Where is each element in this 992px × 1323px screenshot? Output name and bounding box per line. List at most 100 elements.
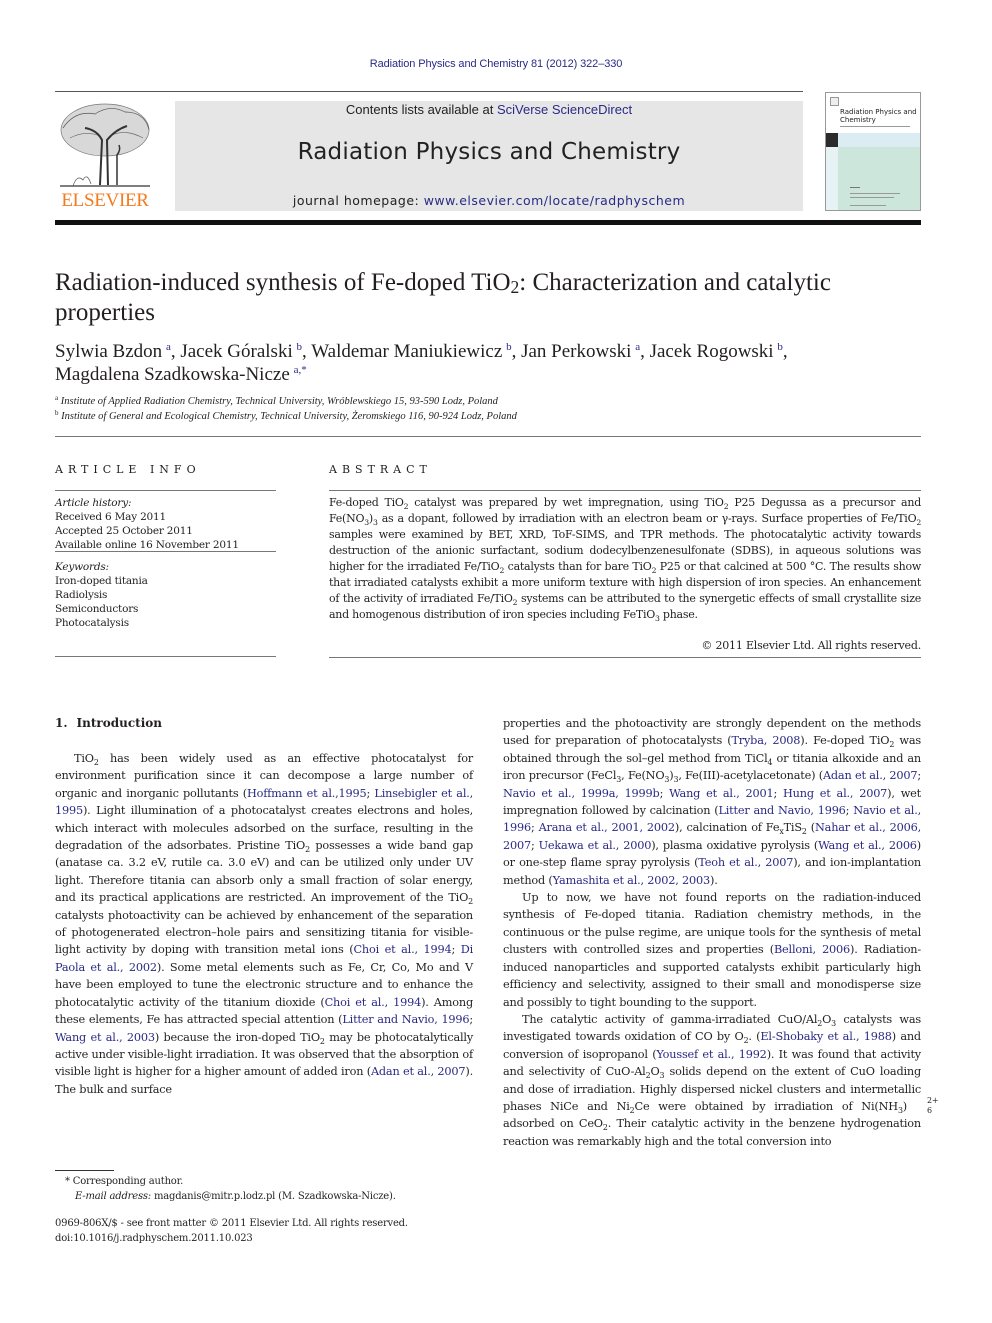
citation-link[interactable]: Wang et al., 2006 bbox=[818, 839, 917, 852]
author-affiliation-marker[interactable]: a bbox=[635, 341, 640, 353]
masthead-bottom-rule bbox=[55, 220, 921, 225]
keyword: Photocatalysis bbox=[55, 617, 129, 629]
keywords-label: Keywords: bbox=[55, 561, 109, 573]
cover-title-line2: Chemistry bbox=[840, 116, 876, 124]
subscript: 2 bbox=[629, 1105, 635, 1115]
homepage-line: journal homepage: www.elsevier.com/locat… bbox=[175, 193, 803, 208]
author-affiliation-marker[interactable]: b bbox=[297, 341, 303, 353]
email-label: E-mail address: bbox=[75, 1191, 151, 1202]
cover-publisher-icon bbox=[830, 97, 839, 106]
citation-link[interactable]: Litter and Navio, 1996 bbox=[718, 804, 845, 817]
issn-line: 0969-806X/$ - see front matter © 2011 El… bbox=[55, 1218, 408, 1229]
email-note: E-mail address: magdanis@mitr.p.lodz.pl … bbox=[55, 1189, 475, 1204]
keyword: Semiconductors bbox=[55, 603, 139, 615]
journal-title: Radiation Physics and Chemistry bbox=[297, 139, 681, 165]
citation-link[interactable]: Arana et al., 2001, 2002 bbox=[539, 821, 675, 834]
journal-cover-thumbnail[interactable]: Radiation Physics and Chemistry bbox=[825, 92, 921, 211]
subscript: 3 bbox=[372, 518, 378, 527]
citation-link[interactable]: Yamashita et al., 2002, 2003 bbox=[553, 874, 711, 887]
subscript: 2 bbox=[305, 845, 310, 855]
subscript: 2 bbox=[512, 598, 518, 607]
citation-link[interactable]: Tryba, 2008 bbox=[731, 734, 800, 747]
author-affiliation-marker[interactable]: a,* bbox=[294, 364, 307, 376]
journal-citation[interactable]: Radiation Physics and Chemistry 81 (2012… bbox=[0, 58, 992, 70]
author-name[interactable]: Jacek Góralski bbox=[180, 341, 292, 362]
subscript: 2 bbox=[499, 566, 505, 575]
author-name[interactable]: Jacek Rogowski bbox=[650, 341, 774, 362]
paragraph: The catalytic activity of gamma-irradiat… bbox=[503, 1012, 939, 1148]
citation-link[interactable]: Choi et al., 1994 bbox=[325, 996, 422, 1009]
author-affiliation-marker[interactable]: b bbox=[506, 341, 512, 353]
citation-link[interactable]: Litter and Navio, 1996 bbox=[342, 1013, 469, 1026]
author-name[interactable]: Waldemar Maniukiewicz bbox=[311, 341, 502, 362]
elsevier-logo[interactable]: ELSEVIER bbox=[55, 100, 155, 212]
affiliation: b Institute of General and Ecological Ch… bbox=[55, 409, 517, 423]
author-affiliation-marker[interactable]: a bbox=[166, 341, 171, 353]
subscript: 2 bbox=[801, 827, 807, 837]
affiliation-list: a Institute of Applied Radiation Chemist… bbox=[55, 394, 915, 424]
doi-line[interactable]: doi:10.1016/j.radphyschem.2011.10.023 bbox=[55, 1231, 495, 1246]
section-title: Introduction bbox=[76, 716, 162, 730]
citation-link[interactable]: Adan et al., 2007 bbox=[823, 769, 918, 782]
subscript: 3 bbox=[616, 775, 622, 785]
publisher-wordmark: ELSEVIER bbox=[61, 190, 149, 211]
citation-link[interactable]: Navio et al., 1999a, 1999b bbox=[503, 787, 660, 800]
elsevier-tree-icon bbox=[60, 103, 150, 187]
email-value[interactable]: magdanis@mitr.p.lodz.pl (M. Szadkowska-N… bbox=[154, 1191, 396, 1202]
paragraph: Up to now, we have not found reports on … bbox=[503, 891, 921, 1009]
journal-homepage-link[interactable]: www.elsevier.com/locate/radphyschem bbox=[424, 193, 685, 208]
subscript: 2 bbox=[723, 502, 729, 511]
cover-header: Radiation Physics and Chemistry bbox=[826, 93, 920, 131]
subscript: 2 bbox=[889, 740, 895, 750]
history-accepted: Accepted 25 October 2011 bbox=[55, 525, 193, 537]
subscript: 2 bbox=[93, 758, 99, 767]
abstract-heading: ABSTRACT bbox=[329, 463, 432, 476]
author-affiliation-marker[interactable]: b bbox=[777, 341, 783, 353]
subscript: 3 bbox=[655, 614, 660, 623]
title-text: Radiation-induced synthesis of Fe-doped … bbox=[55, 269, 511, 296]
sciencedirect-link[interactable]: SciVerse ScienceDirect bbox=[497, 102, 632, 117]
citation-link[interactable]: Hoffmann et al.,1995 bbox=[247, 787, 367, 800]
citation-link[interactable]: Teoh et al., 2007 bbox=[698, 856, 793, 869]
subscript: 3 bbox=[831, 1018, 837, 1028]
contents-prefix: Contents lists available at bbox=[345, 102, 497, 117]
keyword: Iron-doped titania bbox=[55, 575, 148, 587]
citation-link[interactable]: Adan et al., 2007 bbox=[371, 1065, 466, 1078]
cover-mark bbox=[850, 187, 860, 188]
citation-link[interactable]: Uekawa et al., 2000 bbox=[539, 839, 652, 852]
subscript: 2 bbox=[817, 1018, 823, 1028]
citation-link[interactable]: Choi et al., 1994 bbox=[353, 943, 451, 956]
subscript: 2 bbox=[916, 518, 921, 527]
author-name[interactable]: Jan Perkowski bbox=[521, 341, 631, 362]
homepage-prefix: journal homepage: bbox=[292, 193, 424, 208]
citation-link[interactable]: Wang et al., 2001 bbox=[669, 787, 774, 800]
article-history: Article history: Received 6 May 2011 Acc… bbox=[55, 496, 276, 552]
affiliation: a Institute of Applied Radiation Chemist… bbox=[55, 394, 498, 408]
citation-link[interactable]: Wang et al., 2003 bbox=[55, 1031, 155, 1044]
affiliation-key: a bbox=[55, 394, 59, 402]
citation-link[interactable]: Hung et al., 2007 bbox=[783, 787, 887, 800]
cover-title: Radiation Physics and Chemistry bbox=[840, 108, 917, 124]
cover-text-line bbox=[850, 205, 886, 206]
subscript: 3 bbox=[664, 775, 670, 785]
history-label: Article history: bbox=[55, 497, 132, 509]
citation-link[interactable]: Belloni, 2006 bbox=[774, 943, 850, 956]
subscript: x bbox=[779, 827, 784, 837]
author-name[interactable]: Magdalena Szadkowska-Nicze bbox=[55, 364, 290, 385]
history-received: Received 6 May 2011 bbox=[55, 511, 166, 523]
footnote-rule bbox=[55, 1170, 114, 1171]
citation-link[interactable]: El-Shobaky et al., 1988 bbox=[760, 1030, 892, 1043]
article-title: Radiation-induced synthesis of Fe-doped … bbox=[55, 268, 915, 328]
article-info-rule bbox=[55, 656, 276, 657]
affiliation-key: b bbox=[55, 409, 59, 417]
cover-text-line bbox=[850, 193, 900, 194]
subscript: 2 bbox=[645, 1071, 651, 1081]
citation-link[interactable]: Youssef et al., 1992 bbox=[656, 1048, 766, 1061]
author-name[interactable]: Sylwia Bzdon bbox=[55, 341, 162, 362]
cover-text-line bbox=[850, 197, 894, 198]
paragraph: TiO2 has been widely used as an effectiv… bbox=[55, 752, 474, 1096]
subscript: 2 bbox=[468, 897, 473, 907]
article-info-rule bbox=[55, 490, 276, 491]
title-divider bbox=[55, 436, 921, 437]
subscript: 4 bbox=[767, 757, 773, 767]
